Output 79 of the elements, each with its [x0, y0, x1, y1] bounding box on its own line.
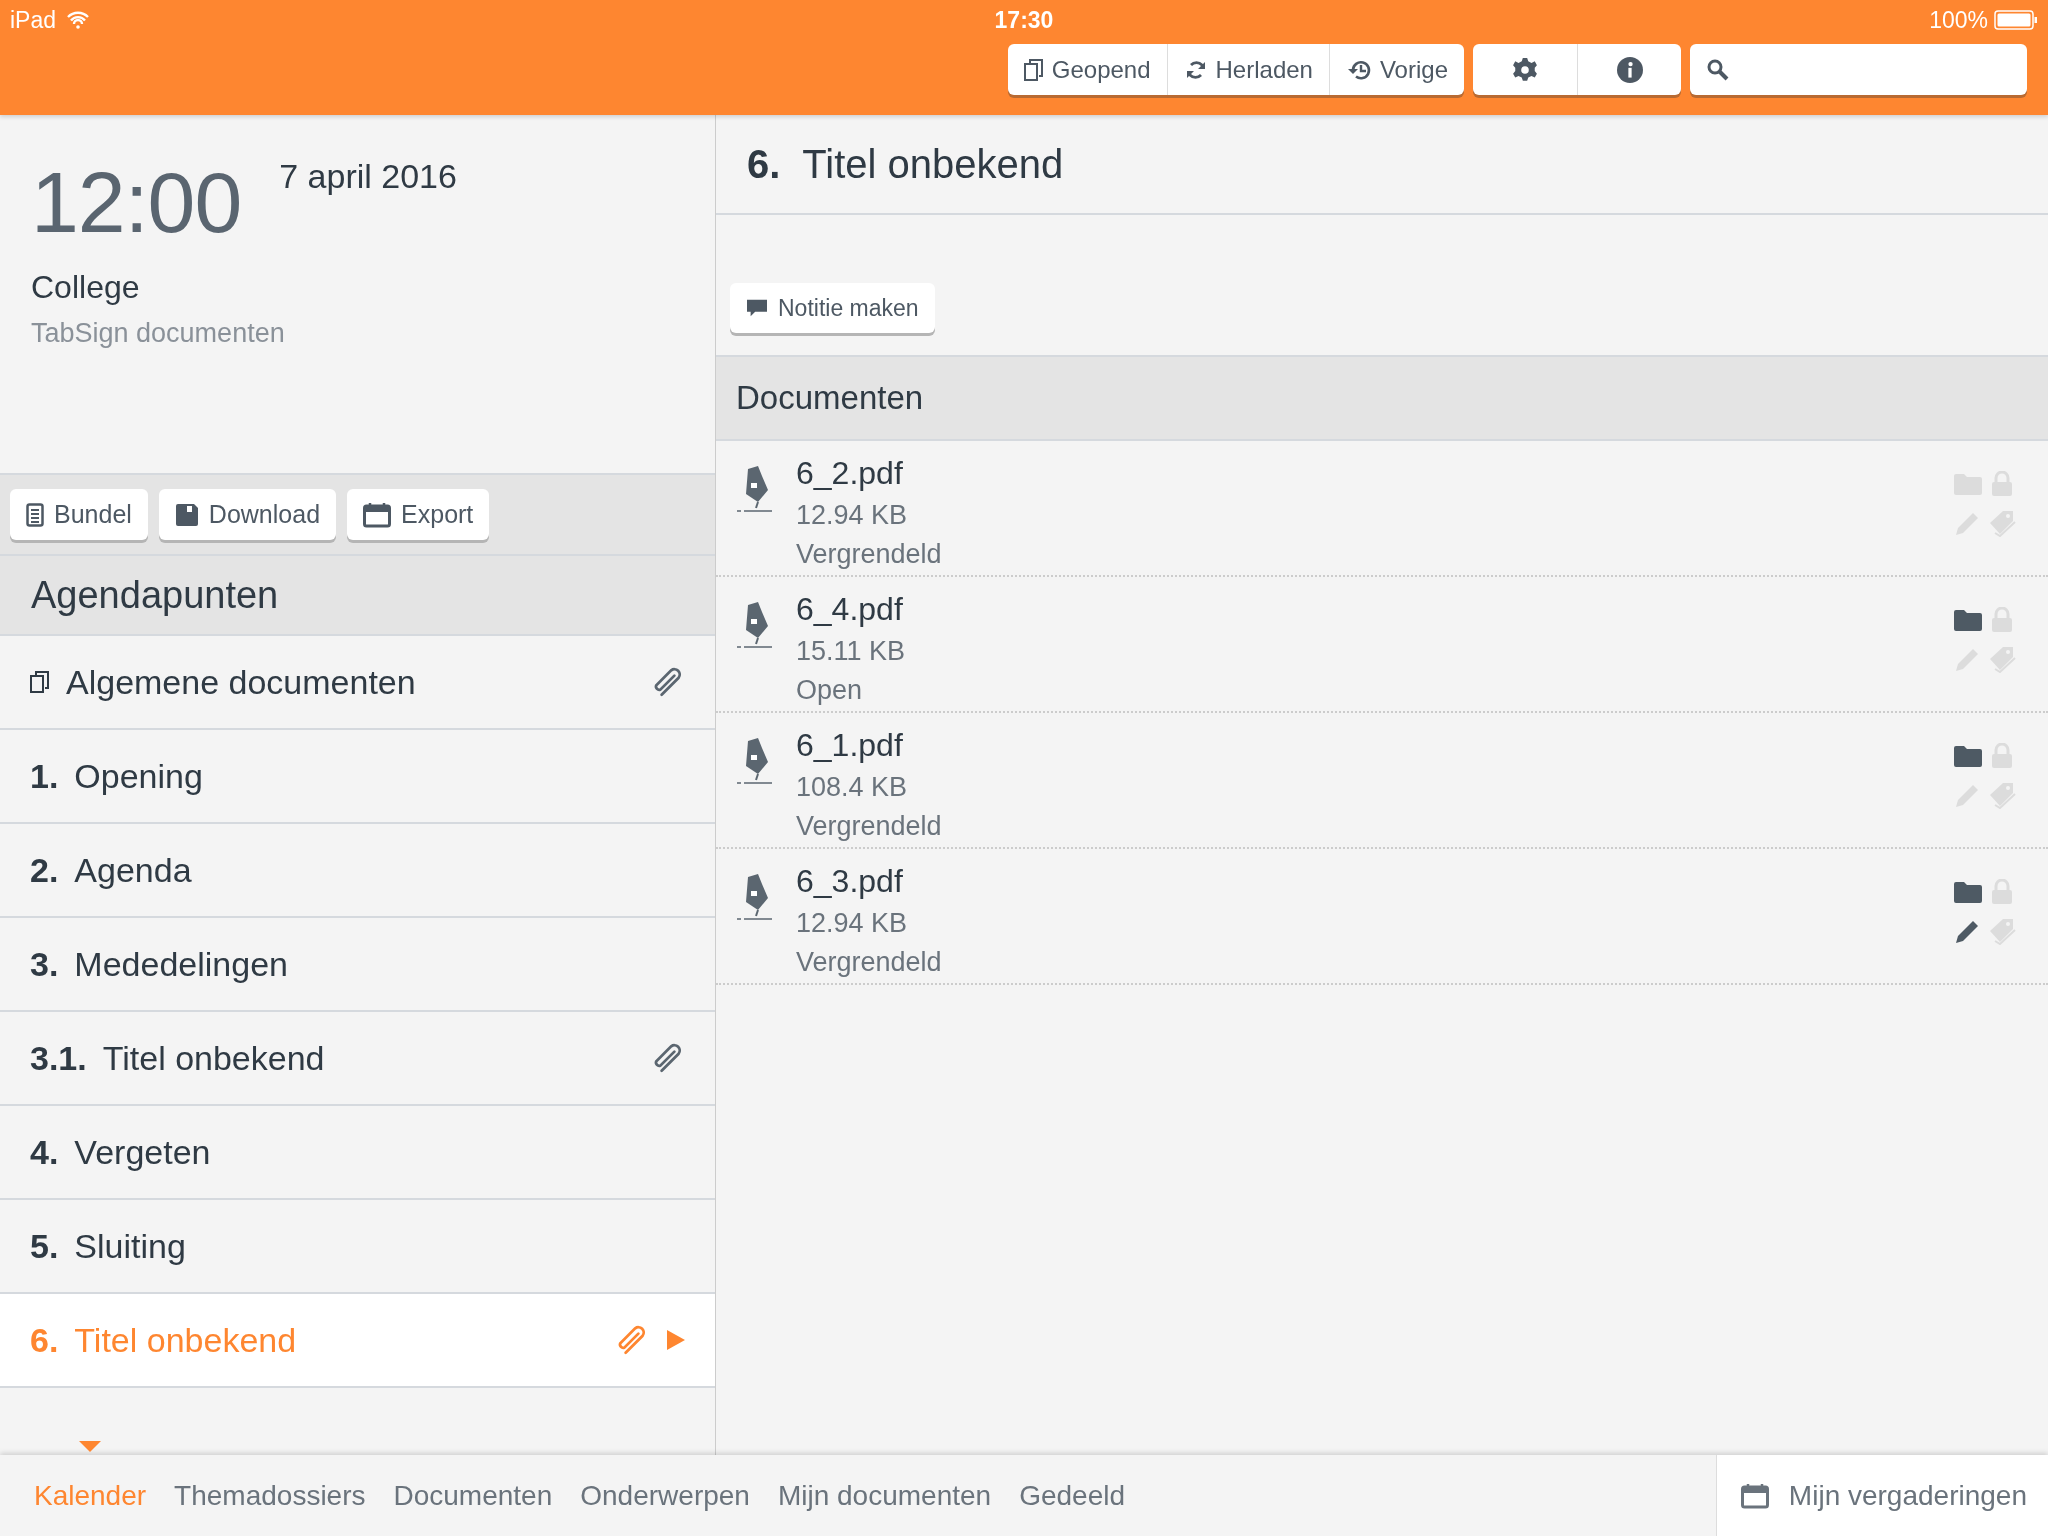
agenda-item[interactable]: Algemene documenten — [0, 636, 715, 730]
info-icon — [1616, 56, 1643, 83]
my-meetings-button[interactable]: Mijn vergaderingen — [1715, 1455, 2048, 1536]
battery-percentage: 100% — [1929, 6, 1988, 34]
clock-time: 17:30 — [994, 6, 1054, 34]
action-button[interactable]: Bundel — [10, 489, 148, 540]
fountain-pen-icon — [736, 601, 772, 649]
agenda-item-title: Opening — [74, 756, 203, 796]
agenda-item[interactable]: 3.1. Titel onbekend — [0, 1012, 715, 1106]
wifi-icon — [66, 11, 91, 29]
document-icon — [26, 502, 44, 527]
document-status: Vergrendeld — [796, 539, 943, 570]
copy-icon — [30, 670, 50, 694]
document-status: Vergrendeld — [796, 947, 943, 978]
meeting-title: College — [31, 269, 141, 306]
agenda-item-title: Agenda — [74, 850, 192, 890]
document-name: 6_3.pdf — [796, 863, 904, 900]
bottom-tab[interactable]: Mijn documenten — [777, 1479, 992, 1511]
document-status: Open — [796, 675, 864, 706]
calendar-icon — [363, 501, 392, 528]
settings-icon — [1512, 56, 1538, 83]
action-button[interactable]: Export — [347, 489, 490, 540]
calendar-icon — [1740, 1482, 1769, 1509]
selection-indicator-icon — [79, 1440, 102, 1452]
fountain-pen-icon — [736, 465, 772, 513]
agenda-item-number: 5. — [30, 1226, 59, 1266]
section-heading: Documenten — [716, 355, 2048, 441]
agenda-item-title: Algemene documenten — [66, 662, 416, 702]
device-name: iPad — [10, 6, 57, 34]
agenda-item-number: 4. — [30, 1132, 59, 1172]
search-icon — [1706, 57, 1730, 82]
agenda-item[interactable]: 3. Mededelingen — [0, 918, 715, 1012]
document-row[interactable]: 6_1.pdf 108.4 KB Vergrendeld — [716, 713, 2048, 849]
meeting-subtitle: TabSign documenten — [31, 318, 286, 349]
document-row[interactable]: 6_3.pdf 12.94 KB Vergrendeld — [716, 849, 2048, 985]
agenda-item-number: 3. — [30, 944, 59, 984]
battery-icon — [1994, 10, 2038, 30]
agenda-item-title: Vergeten — [74, 1132, 211, 1172]
toolbar-button[interactable]: Vorige — [1328, 44, 1464, 95]
agenda-item-number: 6. — [30, 1320, 59, 1360]
action-button[interactable]: Download — [158, 489, 337, 540]
agenda-item-title: Mededelingen — [74, 944, 288, 984]
agenda-item-title: Titel onbekend — [102, 1038, 325, 1078]
triangle-icon — [667, 1330, 685, 1350]
agenda-item[interactable]: 4. Vergeten — [0, 1106, 715, 1200]
speech-bubble-icon — [746, 298, 768, 318]
item-title: Titel onbekend — [802, 141, 1064, 187]
meeting-date: 7 april 2016 — [279, 157, 457, 196]
toolbar-button[interactable]: Geopend — [1007, 44, 1167, 95]
bottom-tab[interactable]: Documenten — [393, 1479, 553, 1511]
agenda-item-title: Sluiting — [74, 1226, 186, 1266]
document-status: Vergrendeld — [796, 811, 943, 842]
document-size: 12.94 KB — [796, 500, 909, 531]
fountain-pen-icon — [736, 737, 772, 785]
document-size: 15.11 KB — [796, 636, 907, 667]
agenda-item-number: 3.1. — [30, 1038, 87, 1078]
agenda-item-title: Titel onbekend — [74, 1320, 297, 1360]
bottom-tab[interactable]: Gedeeld — [1019, 1479, 1126, 1511]
search-field[interactable] — [1690, 44, 2027, 95]
toolbar-button[interactable]: Herladen — [1166, 44, 1329, 95]
document-row[interactable]: 6_4.pdf 15.11 KB Open — [716, 577, 2048, 713]
agenda-item-number: 1. — [30, 756, 59, 796]
copy-icon — [1023, 57, 1044, 82]
agenda-item-number: 2. — [30, 850, 59, 890]
document-size: 108.4 KB — [796, 772, 909, 803]
section-heading: Agendapunten — [0, 556, 715, 636]
agenda-item[interactable]: 1. Opening — [0, 730, 715, 824]
meeting-time: 12:00 — [31, 159, 242, 245]
agenda-item[interactable]: 2. Agenda — [0, 824, 715, 918]
note-button[interactable]: Notitie maken — [730, 283, 935, 333]
document-row[interactable]: 6_2.pdf 12.94 KB Vergrendeld — [716, 441, 2048, 577]
document-name: 6_2.pdf — [796, 455, 904, 492]
bottom-tab[interactable]: Themadossiers — [174, 1479, 366, 1511]
fountain-pen-icon — [736, 873, 772, 921]
item-number: 6. — [747, 141, 781, 187]
document-name: 6_1.pdf — [796, 727, 904, 764]
bottom-tab[interactable]: Onderwerpen — [580, 1479, 750, 1511]
document-name: 6_4.pdf — [796, 591, 904, 628]
document-size: 12.94 KB — [796, 908, 909, 939]
